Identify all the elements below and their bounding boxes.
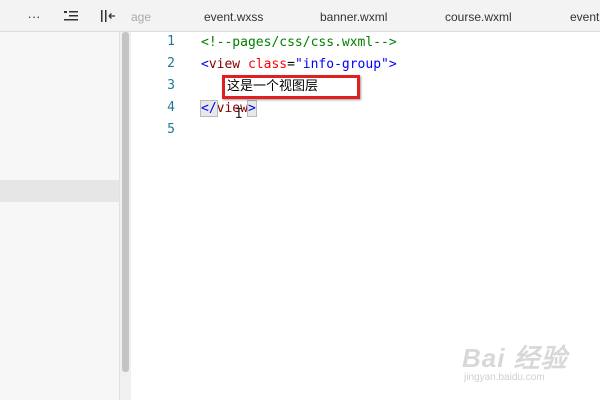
indent-list-icon: [64, 11, 78, 21]
top-bar: ··· age event.wxss banner.wxml course.wx…: [0, 0, 600, 32]
tag-bracket: <: [201, 57, 209, 72]
line-number: 2: [167, 56, 175, 71]
line-number: 3: [167, 78, 175, 93]
code-line-4[interactable]: </view>: [200, 98, 257, 120]
equals-sign: =: [287, 57, 295, 72]
tab-banner-wxml[interactable]: banner.wxml: [320, 0, 387, 31]
more-icon: ···: [27, 8, 41, 24]
scrollbar-thumb[interactable]: [122, 32, 129, 372]
tab-label: event: [570, 10, 600, 24]
tag-name: view: [216, 101, 248, 116]
annotation-highlight-box: [222, 75, 360, 99]
tag-bracket: >: [246, 100, 257, 117]
watermark-url: jingyan.baidu.com: [464, 372, 545, 383]
text-cursor-icon: I: [235, 107, 243, 122]
tab-label: age: [131, 10, 152, 24]
tag-name: view: [208, 57, 241, 72]
line-number: 5: [167, 122, 175, 137]
tab-course-wxml[interactable]: course.wxml: [445, 0, 512, 31]
editor-tab-bar: age event.wxss banner.wxml course.wxml e…: [131, 0, 600, 31]
more-menu-button[interactable]: ···: [22, 6, 46, 26]
format-button[interactable]: [59, 6, 83, 26]
attribute-value: "info-group": [294, 57, 389, 72]
collapse-panel-button[interactable]: [96, 6, 120, 26]
file-tree-panel[interactable]: [0, 32, 120, 400]
tag-bracket: >: [388, 57, 397, 72]
watermark: Bai 经验 jingyan.baidu.com: [462, 338, 582, 388]
code-line-2[interactable]: <view class="info-group">: [201, 54, 397, 76]
tab-label: banner.wxml: [320, 10, 388, 24]
html-comment: <!--pages/css/css.wxml-->: [201, 35, 397, 50]
tag-bracket: </: [200, 100, 218, 117]
selected-tree-item[interactable]: [0, 180, 119, 202]
code-line-1[interactable]: <!--pages/css/css.wxml-->: [201, 32, 397, 54]
tab-label: event.wxss: [204, 10, 264, 24]
tab-event[interactable]: event: [570, 0, 599, 31]
tab-label: course.wxml: [445, 10, 512, 24]
collapse-panel-icon: [101, 10, 115, 22]
tab-event-wxss[interactable]: event.wxss: [204, 0, 263, 31]
line-number: 1: [167, 34, 175, 49]
file-tree-scrollbar[interactable]: [120, 32, 131, 400]
line-number: 4: [167, 100, 175, 115]
watermark-logo: Bai 经验: [462, 343, 568, 373]
tab-page[interactable]: age: [131, 0, 151, 31]
attribute-name: class: [247, 57, 288, 72]
